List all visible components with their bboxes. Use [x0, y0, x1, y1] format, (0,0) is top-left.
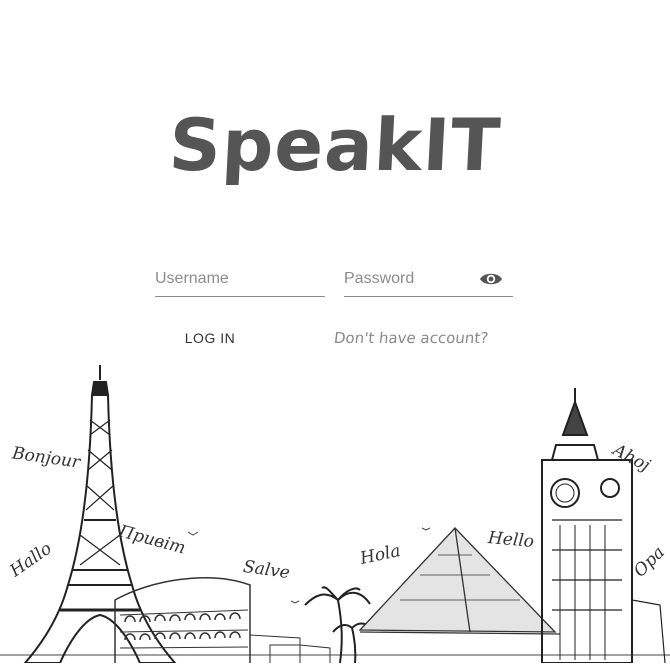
- eye-icon[interactable]: [479, 270, 503, 288]
- eiffel-tower-icon: [22, 365, 178, 664]
- landmarks-illustration: Bonjour Hallo Привіт Salve Hola Hello Ah…: [0, 360, 670, 664]
- register-link[interactable]: Don't have account?: [333, 329, 489, 347]
- greeting-text: Hello: [487, 528, 535, 552]
- password-field[interactable]: [344, 262, 513, 297]
- colosseum-icon: [114, 577, 331, 663]
- username-field[interactable]: [155, 262, 325, 297]
- password-input[interactable]: [344, 262, 474, 296]
- app-logo: SpeakIT: [166, 103, 503, 187]
- login-button[interactable]: LOG IN: [170, 322, 250, 354]
- username-input[interactable]: [155, 262, 325, 296]
- landmarks-drawing: [0, 365, 670, 664]
- big-ben-icon: [541, 388, 666, 664]
